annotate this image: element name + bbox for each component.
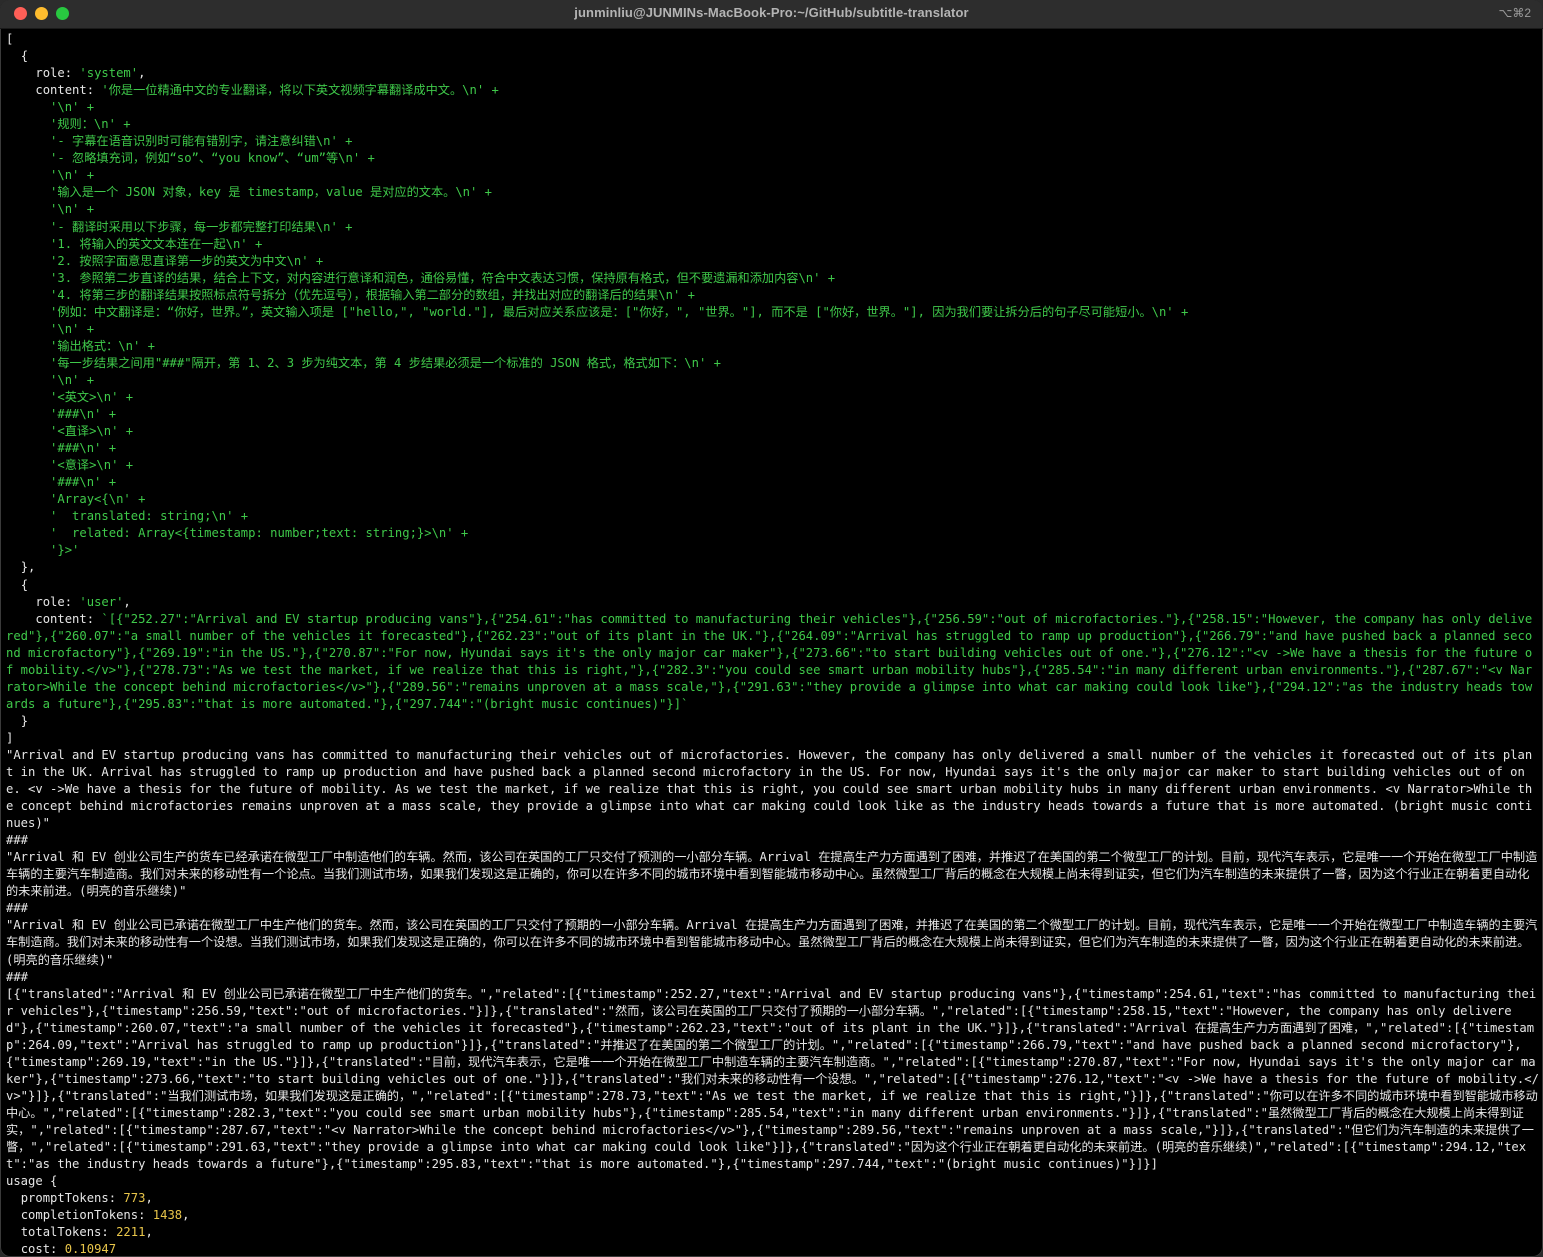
content-line: '输入是一个 JSON 对象，key 是 timestamp，value 是对应… xyxy=(50,185,493,200)
title-bar: junminliu@JUNMINs-MacBook-Pro:~/GitHub/s… xyxy=(0,0,1543,29)
window-title: junminliu@JUNMINs-MacBook-Pro:~/GitHub/s… xyxy=(574,5,969,20)
content-line: '\n' + xyxy=(50,100,95,115)
content-line: '###\n' + xyxy=(50,475,117,490)
content-line: '- 忽略填充词，例如“so”、“you know”、“um”等\n' + xyxy=(50,151,375,166)
usage-completion-tokens: completionTokens: 1438, xyxy=(20,1208,190,1223)
role-key: role: xyxy=(35,66,80,81)
content-key: content: xyxy=(35,611,102,626)
user-role-line: role: 'user', xyxy=(35,594,131,609)
content-line: '<意译>\n' + xyxy=(50,458,134,473)
content-line: '- 翻译时采用以下步骤，每一步都完整打印结果\n' + xyxy=(50,219,353,234)
usage-prompt-tokens: promptTokens: 773, xyxy=(20,1191,153,1206)
content-line: '1. 将输入的英文文本连在一起\n' + xyxy=(50,236,263,251)
output-free-translation: "Arrival 和 EV 创业公司已承诺在微型工厂中生产他们的货车。然而，该公… xyxy=(6,918,1538,967)
content-line: '\n' + xyxy=(50,202,95,217)
system-message-open: { xyxy=(20,49,29,64)
role-value: 'user' xyxy=(79,594,124,609)
content-line: '<英文>\n' + xyxy=(50,389,134,404)
content-line: '###\n' + xyxy=(50,407,117,422)
user-message-close: } xyxy=(20,713,29,728)
content-line: '输出格式：\n' + xyxy=(50,338,155,353)
window-shortcut: ⌥⌘2 xyxy=(1498,6,1531,20)
user-content: `[{"252.27":"Arrival and EV startup prod… xyxy=(6,611,1533,711)
content-line: '<直译>\n' + xyxy=(50,424,134,439)
content-line: '2. 按照字面意思直译第一步的英文为中文\n' + xyxy=(50,253,324,268)
content-line: '\n' + xyxy=(50,372,95,387)
system-message-close: }, xyxy=(20,560,36,575)
output-separator: ### xyxy=(6,901,29,916)
output-separator: ### xyxy=(6,833,29,848)
content-line: '\n' + xyxy=(50,168,95,183)
usage-total-tokens: totalTokens: 2211, xyxy=(20,1225,153,1240)
usage-cost: cost: 0.10947 xyxy=(20,1242,117,1257)
content-line: '规则：\n' + xyxy=(50,117,131,132)
content-line: ' related: Array<{timestamp: number;text… xyxy=(50,526,469,541)
system-content-line: content: '你是一位精通中文的专业翻译，将以下英文视频字幕翻译成中文。\… xyxy=(6,82,1539,99)
array-open: [ xyxy=(6,32,14,46)
terminal-window: junminliu@JUNMINs-MacBook-Pro:~/GitHub/s… xyxy=(0,0,1543,1257)
role-value: 'system' xyxy=(79,66,139,81)
output-json: [{"translated":"Arrival 和 EV 创业公司已承诺在微型工… xyxy=(6,986,1539,1172)
content-line: '}>' xyxy=(50,543,80,558)
content-line: '你是一位精通中文的专业翻译，将以下英文视频字幕翻译成中文。\n' + xyxy=(101,83,499,98)
user-message-open: { xyxy=(20,577,29,592)
content-line: '\n' + xyxy=(50,321,95,336)
content-line: ' translated: string;\n' + xyxy=(50,509,249,524)
terminal-output[interactable]: [ { role: 'system', content: '你是一位精通中文的专… xyxy=(6,31,1539,1257)
content-line: 'Array<{\n' + xyxy=(50,492,146,507)
output-literal-translation: "Arrival 和 EV 创业公司生产的货车已经承诺在微型工厂中制造他们的车辆… xyxy=(6,850,1538,899)
output-english: "Arrival and EV startup producing vans h… xyxy=(6,747,1533,831)
content-key: content: xyxy=(35,83,102,98)
usage-open: usage { xyxy=(6,1174,58,1189)
content-line: '3. 参照第二步直译的结果，结合上下文，对内容进行意译和润色，通俗易懂，符合中… xyxy=(50,270,836,285)
content-line: '例如：中文翻译是：“你好，世界。”，英文输入项是 ["hello,", "wo… xyxy=(50,304,1189,319)
output-separator: ### xyxy=(6,969,29,984)
role-key: role: xyxy=(35,594,80,609)
content-line: '###\n' + xyxy=(50,441,117,456)
array-close: ] xyxy=(6,730,14,745)
user-content-line: content: `[{"252.27":"Arrival and EV sta… xyxy=(6,611,1539,713)
system-role-line: role: 'system', xyxy=(35,66,146,81)
content-line: '每一步结果之间用"###"隔开，第 1、2、3 步为纯文本，第 4 步结果必须… xyxy=(50,355,721,370)
content-line: '4. 将第三步的翻译结果按照标点符号拆分（优先逗号），根据输入第二部分的数组，… xyxy=(50,287,695,302)
content-line: '- 字幕在语音识别时可能有错别字，请注意纠错\n' + xyxy=(50,134,353,149)
